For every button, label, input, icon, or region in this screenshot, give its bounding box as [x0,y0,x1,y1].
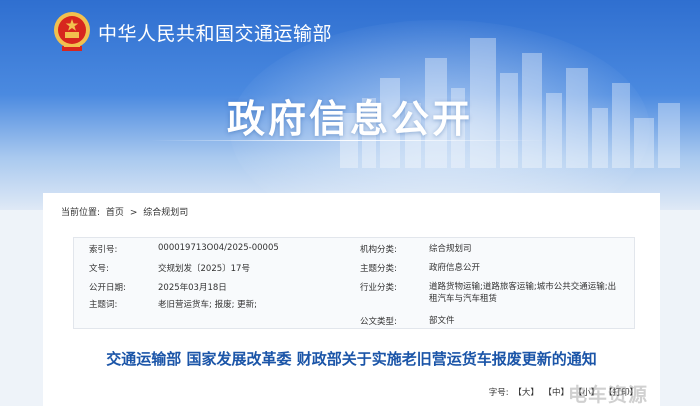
breadcrumb-prefix: 当前位置: [61,208,101,218]
document-metadata-table: 索引号: 000019713O04/2025-00005 机构分类: 综合规划司… [73,237,635,329]
font-size-large-button[interactable]: 【大】 [513,388,539,398]
date-label: 公开日期: [89,283,126,293]
keywords-label: 主题词: [89,300,118,310]
docno-label: 文号: [89,264,109,274]
breadcrumb-home-link[interactable]: 首页 [106,208,124,218]
org-label: 机构分类: [360,245,397,255]
hero-banner: 中华人民共和国交通运输部 政府信息公开 [0,0,700,210]
banner-title: 政府信息公开 [226,97,473,141]
industry-value: 道路货物运输;道路旅客运输;城市公共交通运输;出 租汽车与汽车租赁 [429,281,616,305]
font-size-label: 字号: [488,388,509,398]
doctype-value: 部文件 [429,316,455,326]
org-value: 综合规划司 [429,244,472,254]
breadcrumb: 当前位置: 首页 > 综合规划司 [61,205,191,218]
watermark: 电车资源 [568,384,649,406]
site-title[interactable]: 中华人民共和国交通运输部 [98,19,332,46]
document-title: 交通运输部 国家发展改革委 财政部关于实施老旧营运货车报废更新的通知 [106,350,597,368]
industry-value-line1: 道路货物运输;道路旅客运输;城市公共交通运输;出 [429,282,617,292]
national-emblem-icon[interactable] [52,10,92,54]
keywords-value: 老旧营运货车; 报废; 更新; [158,300,257,310]
content-panel: 当前位置: 首页 > 综合规划司 索引号: 000019713O04/2025-… [43,193,660,406]
industry-label: 行业分类: [360,283,397,293]
breadcrumb-separator: > [129,208,138,218]
index-label: 索引号: [89,245,118,255]
date-value: 2025年03月18日 [158,283,227,293]
banner-divider [150,140,550,141]
breadcrumb-current-link[interactable]: 综合规划司 [143,208,188,218]
docno-value: 交规划发〔2025〕17号 [158,264,250,274]
industry-value-line2: 租汽车与汽车租赁 [429,294,498,304]
topic-value: 政府信息公开 [429,263,481,273]
topic-label: 主题分类: [360,264,397,274]
doctype-label: 公文类型: [360,317,397,327]
index-value: 000019713O04/2025-00005 [158,243,279,253]
font-size-medium-button[interactable]: 【中】 [544,388,570,398]
